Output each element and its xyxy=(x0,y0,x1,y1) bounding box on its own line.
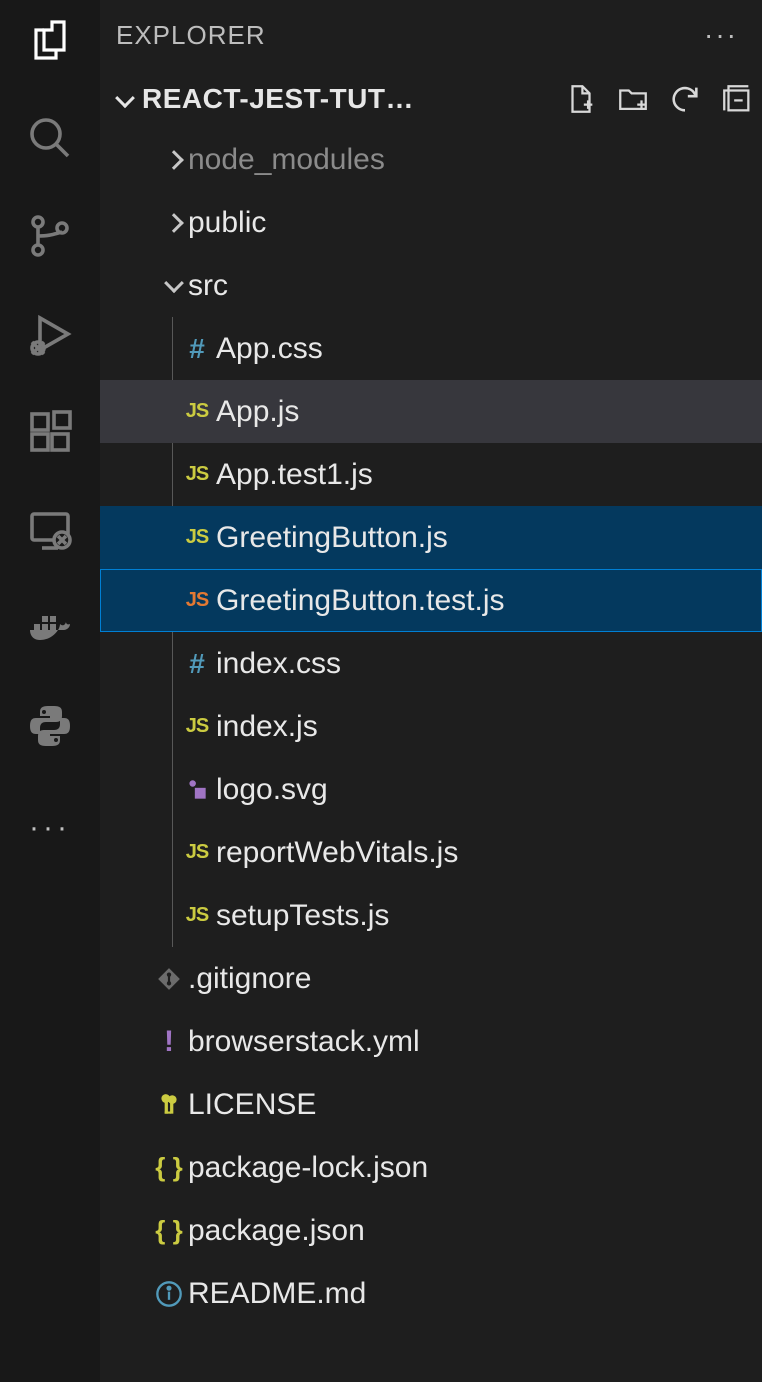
more-accounts-icon[interactable]: ··· xyxy=(22,800,78,856)
folder-node-modules[interactable]: node_modules xyxy=(100,128,762,191)
search-icon[interactable] xyxy=(22,110,78,166)
new-folder-icon[interactable] xyxy=(614,80,652,118)
new-file-icon[interactable] xyxy=(562,80,600,118)
css-file-icon: # xyxy=(178,648,216,680)
json-file-icon: { } xyxy=(150,1215,188,1246)
license-file-icon xyxy=(150,1092,188,1118)
collapse-all-icon[interactable] xyxy=(718,80,756,118)
file-index-css[interactable]: # index.css xyxy=(100,632,762,695)
file-app-test1-js[interactable]: JS App.test1.js xyxy=(100,443,762,506)
folder-src[interactable]: src xyxy=(100,254,762,317)
file-label: package.json xyxy=(188,1214,365,1248)
python-icon[interactable] xyxy=(22,698,78,754)
svg-file-icon xyxy=(178,777,216,803)
file-setuptests-js[interactable]: JS setupTests.js xyxy=(100,884,762,947)
git-file-icon xyxy=(150,966,188,992)
js-test-file-icon: JS xyxy=(178,589,216,612)
source-control-icon[interactable] xyxy=(22,208,78,264)
file-tree: node_modules public src # App.css JS App… xyxy=(100,128,762,1382)
folder-label: src xyxy=(188,269,228,303)
remote-explorer-icon[interactable] xyxy=(22,502,78,558)
file-label: LICENSE xyxy=(188,1088,316,1122)
explorer-title: EXPLORER xyxy=(116,20,266,51)
file-gitignore[interactable]: .gitignore xyxy=(100,947,762,1010)
file-reportwebvitals-js[interactable]: JS reportWebVitals.js xyxy=(100,821,762,884)
explorer-more-icon[interactable]: ··· xyxy=(704,19,738,51)
folder-public[interactable]: public xyxy=(100,191,762,254)
file-label: GreetingButton.test.js xyxy=(216,584,505,618)
file-license[interactable]: LICENSE xyxy=(100,1073,762,1136)
refresh-icon[interactable] xyxy=(666,80,704,118)
file-label: setupTests.js xyxy=(216,899,389,933)
js-file-icon: JS xyxy=(178,526,216,549)
js-file-icon: JS xyxy=(178,715,216,738)
workspace-name: REACT-JEST-TUT… xyxy=(142,83,414,115)
yml-file-icon: ! xyxy=(150,1025,188,1059)
file-greetingbutton-js[interactable]: JS GreetingButton.js xyxy=(100,506,762,569)
file-label: reportWebVitals.js xyxy=(216,836,458,870)
workspace-actions xyxy=(562,80,756,118)
json-file-icon: { } xyxy=(150,1152,188,1183)
file-package-lock-json[interactable]: { } package-lock.json xyxy=(100,1136,762,1199)
chevron-right-icon xyxy=(160,153,188,167)
explorer-sidebar: EXPLORER ··· REACT-JEST-TUT… node_module… xyxy=(100,0,762,1382)
workspace-section-header[interactable]: REACT-JEST-TUT… xyxy=(100,70,762,128)
explorer-icon[interactable] xyxy=(22,12,78,68)
file-label: logo.svg xyxy=(216,773,328,807)
file-label: App.js xyxy=(216,395,299,429)
sidebar-header: EXPLORER ··· xyxy=(100,0,762,70)
file-label: .gitignore xyxy=(188,962,311,996)
file-label: index.js xyxy=(216,710,318,744)
chevron-down-icon xyxy=(118,83,132,115)
file-greetingbutton-test-js[interactable]: JS GreetingButton.test.js xyxy=(100,569,762,632)
file-label: README.md xyxy=(188,1277,366,1311)
js-file-icon: JS xyxy=(178,841,216,864)
js-file-icon: JS xyxy=(178,463,216,486)
file-label: App.css xyxy=(216,332,323,366)
chevron-down-icon xyxy=(160,279,188,293)
file-package-json[interactable]: { } package.json xyxy=(100,1199,762,1262)
folder-label: node_modules xyxy=(188,143,385,177)
file-label: package-lock.json xyxy=(188,1151,428,1185)
readme-file-icon xyxy=(150,1280,188,1308)
js-file-icon: JS xyxy=(178,904,216,927)
file-readme-md[interactable]: README.md xyxy=(100,1262,762,1325)
file-app-css[interactable]: # App.css xyxy=(100,317,762,380)
docker-icon[interactable] xyxy=(22,600,78,656)
file-logo-svg[interactable]: logo.svg xyxy=(100,758,762,821)
js-file-icon: JS xyxy=(178,400,216,423)
css-file-icon: # xyxy=(178,333,216,365)
file-app-js[interactable]: JS App.js xyxy=(100,380,762,443)
extensions-icon[interactable] xyxy=(22,404,78,460)
folder-label: public xyxy=(188,206,266,240)
file-index-js[interactable]: JS index.js xyxy=(100,695,762,758)
activity-bar: ··· xyxy=(0,0,100,1382)
chevron-right-icon xyxy=(160,216,188,230)
file-label: GreetingButton.js xyxy=(216,521,448,555)
file-label: App.test1.js xyxy=(216,458,373,492)
run-debug-icon[interactable] xyxy=(22,306,78,362)
file-label: index.css xyxy=(216,647,341,681)
file-browserstack-yml[interactable]: ! browserstack.yml xyxy=(100,1010,762,1073)
file-label: browserstack.yml xyxy=(188,1025,420,1059)
